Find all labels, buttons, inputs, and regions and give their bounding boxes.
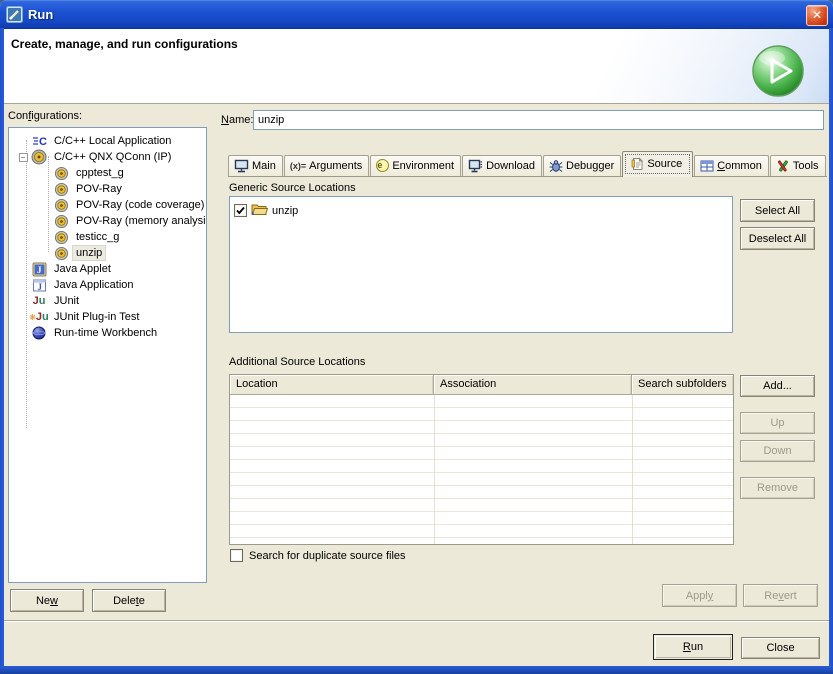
name-input[interactable]	[253, 110, 824, 130]
tree-item-unzip[interactable]: unzip	[9, 245, 206, 261]
column-divider	[632, 395, 633, 544]
apply-button[interactable]: Apply	[662, 584, 737, 607]
tree-item-junit[interactable]: Ju JUnit	[9, 293, 206, 309]
select-all-button[interactable]: Select All	[740, 199, 815, 222]
titlebar[interactable]: Run ✕	[0, 0, 833, 29]
delete-button[interactable]: Delete	[92, 589, 166, 612]
column-header-association[interactable]: Association	[434, 375, 632, 394]
tab-common[interactable]: Common	[694, 155, 769, 176]
revert-button[interactable]: Revert	[743, 584, 818, 607]
window-border-right	[829, 28, 833, 674]
tab-tools[interactable]: Tools	[770, 155, 826, 176]
svg-text:J: J	[37, 282, 42, 292]
tab-main[interactable]: Main	[228, 155, 283, 176]
configurations-tree[interactable]: C C/C++ Local Application − C/C++ QNX QC…	[8, 127, 207, 583]
main-monitor-icon	[234, 159, 249, 173]
window-border-bottom	[0, 666, 833, 674]
up-button[interactable]: Up	[740, 412, 815, 434]
configurations-label: Configurations:	[8, 110, 82, 122]
generic-source-locations-list[interactable]: unzip	[229, 196, 733, 333]
new-button[interactable]: New	[10, 589, 84, 612]
button-bar-separator	[4, 620, 829, 622]
tree-item-cpp-local-application[interactable]: C C/C++ Local Application	[9, 133, 206, 149]
dialog-header: Create, manage, and run configurations	[4, 29, 829, 104]
additional-source-locations-table[interactable]: Location Association Search subfolders	[229, 374, 734, 545]
common-table-icon	[700, 160, 714, 172]
table-header-row: Location Association Search subfolders	[230, 375, 733, 395]
qnx-config-icon	[53, 245, 69, 261]
tools-icon	[776, 159, 790, 173]
tree-item-java-application[interactable]: J Java Application	[9, 277, 206, 293]
search-duplicates-label: Search for duplicate source files	[249, 550, 406, 562]
search-duplicates-row[interactable]: Search for duplicate source files	[230, 549, 406, 562]
tree-item-pov-ray-code-coverage[interactable]: POV-Ray (code coverage)	[9, 197, 206, 213]
tab-strip: Main (x)= Arguments e Environment Downlo…	[228, 151, 827, 177]
tree-item-cpp-qnx-qconn[interactable]: − C/C++ QNX QConn (IP)	[9, 149, 206, 165]
run-dialog-icon	[6, 6, 23, 23]
column-header-location[interactable]: Location	[230, 375, 434, 394]
deselect-all-button[interactable]: Deselect All	[740, 227, 815, 250]
source-file-icon	[631, 157, 644, 171]
qnx-config-icon	[53, 213, 69, 229]
name-label: Name:	[221, 114, 253, 126]
close-window-button[interactable]: ✕	[806, 5, 828, 26]
qnx-config-type-icon	[31, 149, 47, 165]
window-title: Run	[28, 7, 53, 22]
environment-icon: e	[376, 159, 389, 172]
run-banner-icon	[751, 44, 805, 98]
c-cpp-local-app-icon: C	[31, 133, 47, 149]
unchecked-checkbox-icon[interactable]	[230, 549, 243, 562]
tree-item-junit-plugin-test[interactable]: ❋Ju JUnit Plug-in Test	[9, 309, 206, 325]
qnx-config-icon	[53, 165, 69, 181]
additional-source-locations-label: Additional Source Locations	[229, 356, 365, 368]
download-icon	[468, 159, 483, 173]
qnx-config-icon	[53, 197, 69, 213]
tree-item-pov-ray-memory-analysis[interactable]: POV-Ray (memory analysis)	[9, 213, 206, 229]
tab-debugger[interactable]: Debugger	[543, 155, 621, 176]
run-dialog: Run ✕ Create, manage, and run configurat…	[0, 0, 833, 674]
checked-checkbox-icon[interactable]	[234, 204, 247, 217]
svg-text:J: J	[37, 265, 42, 275]
generic-source-item-unzip[interactable]: unzip	[234, 202, 728, 219]
junit-plugin-icon: ❋Ju	[31, 309, 47, 325]
down-button[interactable]: Down	[740, 440, 815, 462]
window-border-left	[0, 28, 4, 674]
tree-item-testicc-g[interactable]: testicc_g	[9, 229, 206, 245]
tab-download[interactable]: Download	[462, 155, 542, 176]
tree-item-pov-ray[interactable]: POV-Ray	[9, 181, 206, 197]
tree-item-cpptest-g[interactable]: cpptest_g	[9, 165, 206, 181]
java-applet-icon: J	[31, 261, 47, 277]
tree-item-java-applet[interactable]: J Java Applet	[9, 261, 206, 277]
qnx-config-icon	[53, 181, 69, 197]
table-body-empty	[230, 395, 733, 544]
debugger-bug-icon	[549, 159, 563, 173]
tab-source[interactable]: Source	[622, 151, 693, 177]
workbench-sphere-icon	[31, 325, 47, 341]
close-icon: ✕	[812, 8, 822, 22]
arguments-icon: (x)=	[290, 161, 306, 171]
remove-button[interactable]: Remove	[740, 477, 815, 499]
junit-icon: Ju	[31, 293, 47, 309]
tree-item-runtime-workbench[interactable]: Run-time Workbench	[9, 325, 206, 341]
column-header-search-subfolders[interactable]: Search subfolders	[632, 375, 733, 394]
column-divider	[434, 395, 435, 544]
run-button[interactable]: Run	[653, 634, 733, 660]
open-folder-icon	[251, 202, 268, 219]
svg-text:C: C	[39, 136, 47, 148]
tab-environment[interactable]: e Environment	[370, 155, 461, 176]
tab-arguments[interactable]: (x)= Arguments	[284, 155, 369, 176]
java-application-icon: J	[31, 277, 47, 293]
generic-source-locations-label: Generic Source Locations	[229, 182, 356, 194]
collapse-expander-icon[interactable]: −	[19, 153, 28, 162]
dialog-description: Create, manage, and run configurations	[11, 37, 238, 51]
add-button[interactable]: Add...	[740, 375, 815, 397]
close-button[interactable]: Close	[741, 637, 820, 659]
qnx-config-icon	[53, 229, 69, 245]
